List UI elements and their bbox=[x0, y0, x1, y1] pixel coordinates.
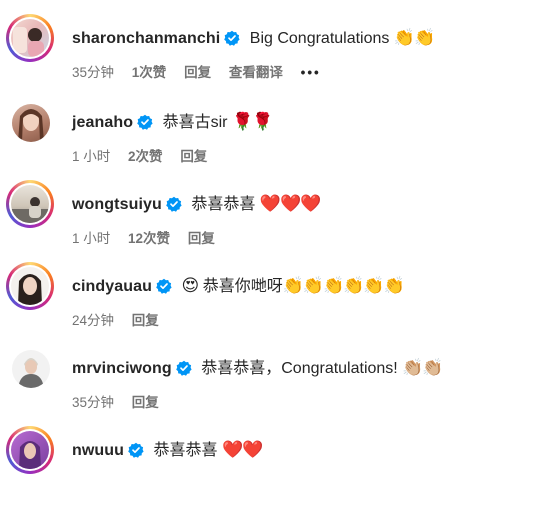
username[interactable]: wongtsuiyu bbox=[72, 196, 162, 213]
verified-badge-icon bbox=[156, 278, 172, 301]
username[interactable]: cindyauau bbox=[72, 278, 152, 295]
timestamp[interactable]: 1 小时 bbox=[72, 231, 110, 246]
clap-emoji-icon: 👏🏼👏🏼 bbox=[402, 358, 443, 377]
verified-badge-icon bbox=[224, 30, 240, 53]
likes-count[interactable]: 2次赞 bbox=[128, 149, 163, 164]
verified-badge-icon bbox=[175, 360, 192, 383]
comment-text: 恭喜恭喜 bbox=[191, 196, 256, 213]
comment-text: 恭喜恭喜，Congratulations! bbox=[201, 360, 398, 377]
heart-eyes-emoji-icon: 😍 bbox=[181, 276, 200, 295]
reply-button[interactable]: 回复 bbox=[188, 231, 215, 246]
comment-item: jeanaho 恭喜古sir 🌹🌹 1 小时 2次赞 回复 bbox=[0, 98, 553, 180]
verified-badge-icon bbox=[166, 196, 182, 219]
timestamp[interactable]: 1 小时 bbox=[72, 149, 110, 164]
heart-emoji-icon: ❤️❤️ bbox=[221, 440, 263, 459]
avatar[interactable] bbox=[6, 344, 54, 392]
comment-text: 恭喜你哋呀 bbox=[202, 278, 283, 295]
comment-item: wongtsuiyu 恭喜恭喜 ❤️❤️❤️ 1 小时 12次赞 回复 bbox=[0, 180, 553, 262]
reply-button[interactable]: 回复 bbox=[180, 149, 207, 164]
clap-emoji-icon: 👏👏👏👏👏👏 bbox=[282, 276, 405, 295]
comment-item: mrvinciwong 恭喜恭喜，Congratulations! 👏🏼👏🏼 3… bbox=[0, 344, 553, 426]
avatar[interactable] bbox=[6, 426, 54, 474]
comment-text: 恭喜恭喜 bbox=[153, 442, 218, 459]
avatar[interactable] bbox=[6, 262, 54, 310]
more-options-icon[interactable]: ••• bbox=[301, 65, 321, 80]
verified-badge-icon bbox=[137, 114, 153, 137]
see-translation-button[interactable]: 查看翻译 bbox=[229, 65, 283, 80]
username[interactable]: sharonchanmanchi bbox=[72, 30, 220, 47]
username[interactable]: nwuuu bbox=[72, 442, 124, 459]
likes-count[interactable]: 12次赞 bbox=[128, 231, 170, 246]
comment-item: cindyauau 😍 恭喜你哋呀👏👏👏👏👏👏 24分钟 回复 bbox=[0, 262, 553, 344]
timestamp[interactable]: 35分钟 bbox=[72, 65, 114, 80]
rose-emoji-icon: 🌹🌹 bbox=[231, 112, 273, 131]
clap-emoji-icon: 👏👏 bbox=[393, 28, 435, 47]
comment-item: sharonchanmanchi Big Congratulations 👏👏 … bbox=[0, 14, 553, 96]
comment-item: nwuuu 恭喜恭喜 ❤️❤️ bbox=[0, 426, 553, 508]
reply-button[interactable]: 回复 bbox=[132, 313, 159, 328]
comment-text: 恭喜古sir bbox=[162, 114, 228, 131]
avatar[interactable] bbox=[6, 14, 54, 62]
likes-count[interactable]: 1次赞 bbox=[132, 65, 167, 80]
timestamp[interactable]: 24分钟 bbox=[72, 313, 114, 328]
username[interactable]: mrvinciwong bbox=[72, 360, 172, 377]
comment-text: Big Congratulations bbox=[249, 30, 390, 47]
timestamp[interactable]: 35分钟 bbox=[72, 395, 114, 410]
avatar[interactable] bbox=[6, 180, 54, 228]
heart-emoji-icon: ❤️❤️❤️ bbox=[259, 194, 322, 213]
username[interactable]: jeanaho bbox=[72, 114, 133, 131]
avatar[interactable] bbox=[6, 98, 54, 146]
reply-button[interactable]: 回复 bbox=[184, 65, 211, 80]
verified-badge-icon bbox=[128, 442, 144, 465]
reply-button[interactable]: 回复 bbox=[132, 395, 159, 410]
